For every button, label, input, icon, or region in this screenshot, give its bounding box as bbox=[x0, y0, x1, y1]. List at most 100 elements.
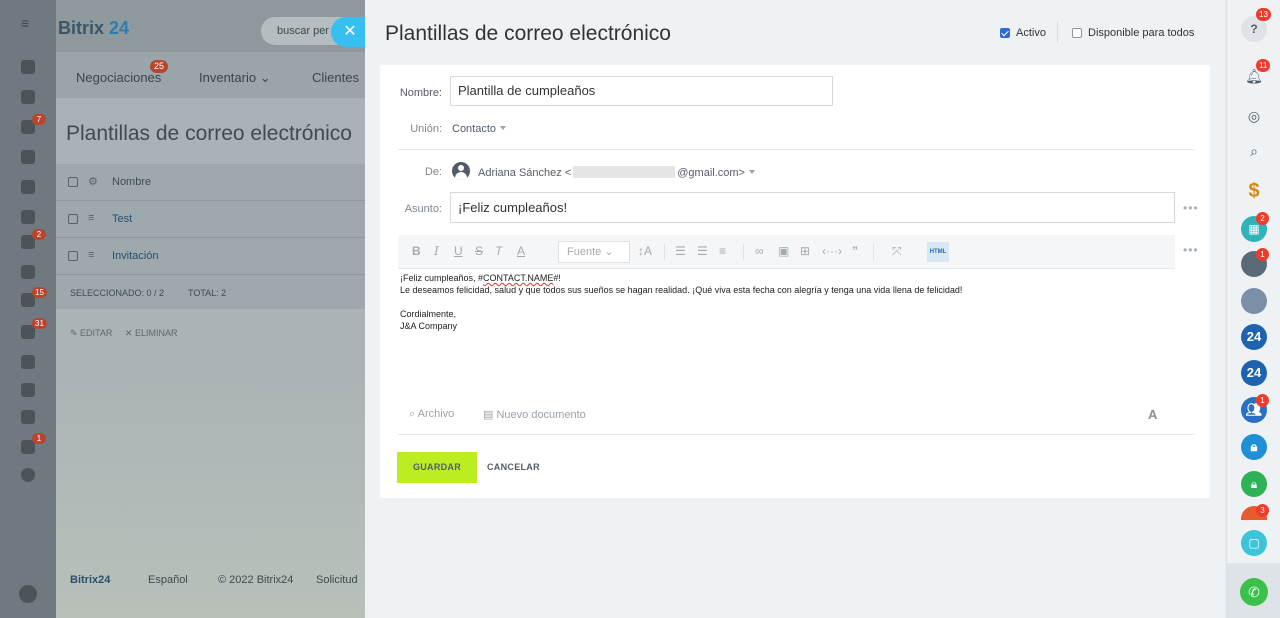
checkbox[interactable] bbox=[68, 251, 78, 261]
underline-icon[interactable]: U bbox=[454, 244, 463, 258]
avatar-badge: 3 bbox=[1256, 504, 1269, 517]
bg-list-header: ⚙ Nombre bbox=[56, 164, 365, 201]
link-icon[interactable]: ∞ bbox=[755, 244, 764, 258]
bitrix24-icon[interactable]: 24 bbox=[1241, 324, 1267, 350]
ordered-list-icon[interactable]: ☰ bbox=[675, 244, 686, 258]
subject-label: Asunto: bbox=[404, 203, 442, 215]
available-all-checkbox[interactable] bbox=[1072, 28, 1082, 38]
from-select[interactable]: Adriana Sánchez < @gmail.com> bbox=[478, 166, 755, 179]
screen-share-icon[interactable]: ▢ bbox=[1241, 530, 1267, 556]
name-label: Nombre: bbox=[399, 87, 442, 99]
search-icon[interactable]: ⌕ bbox=[1241, 138, 1267, 164]
text-format-icon[interactable]: A bbox=[1148, 407, 1157, 422]
font-select[interactable]: Fuente ⌄ bbox=[558, 241, 630, 263]
menu-icon-calendar[interactable] bbox=[21, 150, 35, 164]
italic-icon[interactable]: I bbox=[434, 244, 439, 258]
menu-icon[interactable]: ≡ bbox=[88, 212, 94, 224]
bitrix-logo[interactable]: Bitrix 24 bbox=[58, 18, 129, 39]
badge: 7 bbox=[32, 114, 46, 125]
menu-icon-docs[interactable] bbox=[21, 180, 35, 194]
checkbox[interactable] bbox=[68, 177, 78, 187]
active-checkbox[interactable] bbox=[1000, 28, 1010, 38]
menu-clients[interactable]: Clientes bbox=[312, 70, 359, 85]
close-slider-button[interactable]: ✕ bbox=[331, 17, 365, 47]
active-toggle[interactable]: Activo bbox=[1000, 27, 1046, 39]
footer-brand[interactable]: Bitrix24 bbox=[70, 574, 110, 586]
avatar[interactable] bbox=[1241, 288, 1267, 314]
background-main: Bitrix 24 buscar per Negociaciones 25 In… bbox=[56, 0, 365, 618]
badge: 1 bbox=[32, 433, 46, 444]
template-form: Nombre: Plantilla de cumpleaños Unión: C… bbox=[380, 65, 1210, 498]
menu-icon-tasks[interactable] bbox=[21, 90, 35, 104]
footer-lang[interactable]: Español bbox=[148, 574, 188, 586]
font-size-icon[interactable]: ↕A bbox=[638, 244, 652, 258]
dollar-icon[interactable]: $ bbox=[1241, 178, 1267, 204]
cancel-button[interactable]: CANCELAR bbox=[487, 452, 540, 483]
edit-action[interactable]: ✎ EDITAR bbox=[70, 328, 112, 338]
table-icon[interactable]: ⊞ bbox=[800, 244, 810, 258]
bg-page-title: Plantillas de correo electrónico bbox=[66, 122, 352, 145]
menu-icon-contacts[interactable] bbox=[21, 265, 35, 279]
quote-icon[interactable]: ” bbox=[852, 244, 858, 258]
calendar-badge: 2 bbox=[1256, 212, 1269, 225]
document-icon: ▤ bbox=[483, 409, 494, 421]
text-color-icon[interactable]: A bbox=[517, 244, 525, 258]
html-mode-button[interactable]: HTML bbox=[927, 242, 949, 262]
column-name[interactable]: Nombre bbox=[112, 176, 151, 188]
save-button[interactable]: GUARDAR bbox=[397, 452, 477, 483]
email-body-editor[interactable]: ¡Feliz cumpleaños, #CONTACT.NAME#! Le de… bbox=[400, 272, 1170, 332]
delete-action[interactable]: ✕ ELIMINAR bbox=[125, 328, 178, 338]
badge: 15 bbox=[32, 287, 47, 298]
available-all-toggle[interactable]: Disponible para todos bbox=[1072, 27, 1194, 39]
hamburger-icon[interactable]: ≡ bbox=[21, 16, 35, 30]
menu-icon-goals[interactable] bbox=[21, 355, 35, 369]
checkbox[interactable] bbox=[68, 214, 78, 224]
menu-icon[interactable]: ≡ bbox=[88, 249, 94, 261]
row-link[interactable]: Test bbox=[112, 213, 132, 225]
template-editor-panel: Plantillas de correo electrónico Activo … bbox=[365, 0, 1225, 618]
footer-copy: © 2022 Bitrix24 bbox=[218, 574, 294, 586]
table-row[interactable]: ≡ Invitación bbox=[56, 238, 365, 275]
menu-inventory[interactable]: Inventario ⌄ bbox=[199, 70, 271, 86]
lock-icon[interactable]: 🔒︎ bbox=[1241, 471, 1267, 497]
menu-icon-drive[interactable] bbox=[21, 210, 35, 224]
bold-icon[interactable]: B bbox=[412, 244, 421, 258]
menu-icon-activity[interactable] bbox=[21, 60, 35, 74]
subject-more-icon[interactable]: ••• bbox=[1183, 201, 1199, 215]
menu-icon-cards[interactable] bbox=[21, 410, 35, 424]
clear-format-icon[interactable]: T bbox=[495, 244, 502, 258]
menu-icon-shop[interactable] bbox=[21, 383, 35, 397]
chat-icon[interactable]: ◎ bbox=[1241, 103, 1267, 129]
gear-icon[interactable]: ⚙ bbox=[88, 175, 98, 188]
align-icon[interactable]: ≡ bbox=[719, 244, 726, 258]
deals-badge: 25 bbox=[150, 60, 168, 73]
from-label: De: bbox=[424, 166, 442, 178]
logo-num: 24 bbox=[109, 18, 130, 38]
bg-top-menu: Negociaciones 25 Inventario ⌄ Clientes bbox=[56, 52, 365, 98]
fullscreen-icon[interactable]: ⤧ bbox=[892, 244, 902, 259]
code-icon[interactable]: ‹···› bbox=[822, 244, 842, 258]
more-icon[interactable] bbox=[21, 468, 35, 482]
new-document-button[interactable]: ▤ Nuevo documento bbox=[483, 408, 586, 421]
lock-icon[interactable]: 🔒︎ bbox=[1241, 434, 1267, 460]
from-name: Adriana Sánchez < bbox=[478, 167, 572, 179]
footer-link[interactable]: Solicitud bbox=[316, 574, 358, 586]
image-icon[interactable]: ▣ bbox=[778, 244, 789, 258]
strikethrough-icon[interactable]: S bbox=[475, 244, 483, 258]
menu-deals[interactable]: Negociaciones bbox=[76, 70, 161, 85]
bg-header: Bitrix 24 buscar per bbox=[56, 0, 365, 52]
row-link[interactable]: Invitación bbox=[112, 250, 158, 262]
user-menu-icon[interactable] bbox=[19, 585, 37, 603]
subject-field[interactable]: ¡Feliz cumpleaños! bbox=[450, 192, 1175, 223]
paperclip-icon: ⌕ bbox=[409, 408, 416, 420]
divider bbox=[664, 244, 665, 260]
union-select[interactable]: Contacto bbox=[452, 123, 507, 135]
table-row[interactable]: ≡ Test bbox=[56, 201, 365, 238]
editor-more-icon[interactable]: ••• bbox=[1183, 243, 1199, 257]
attach-file-button[interactable]: ⌕ Archivo bbox=[409, 408, 454, 421]
bullet-list-icon[interactable]: ☰ bbox=[697, 244, 708, 258]
phone-icon[interactable]: ✆ bbox=[1240, 578, 1268, 606]
body-line: J&A Company bbox=[400, 321, 458, 331]
bitrix24-icon[interactable]: 24 bbox=[1241, 360, 1267, 386]
name-field[interactable]: Plantilla de cumpleaños bbox=[450, 76, 833, 106]
